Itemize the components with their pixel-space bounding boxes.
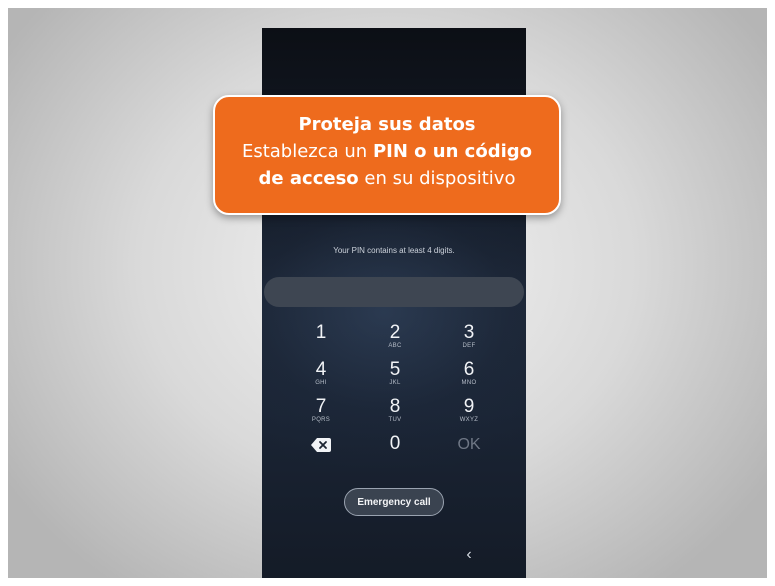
key-digit: 3 (463, 322, 475, 343)
key-letters: DEF (462, 343, 476, 349)
key-digit: 6 (463, 359, 475, 380)
key-9[interactable]: 9 WXYZ (432, 397, 506, 434)
callout-banner: Proteja sus datos Establezca un PIN o un… (213, 95, 561, 215)
key-digit: 5 (389, 359, 401, 380)
emergency-call-button[interactable]: Emergency call (344, 488, 444, 516)
backspace-icon (311, 438, 331, 452)
key-letters: WXYZ (459, 417, 479, 423)
key-digit: 7 (315, 396, 327, 417)
key-digit: 1 (315, 322, 327, 343)
key-letters: ABC (388, 343, 402, 349)
key-7[interactable]: 7 PQRS (284, 397, 358, 434)
slide-background: Your PIN contains at least 4 digits. 1 2… (8, 8, 767, 578)
key-letters: TUV (388, 417, 402, 423)
key-1[interactable]: 1 (284, 323, 358, 360)
key-letters: GHI (315, 380, 327, 386)
backspace-key[interactable] (284, 434, 358, 471)
key-digit: 0 (389, 433, 401, 454)
key-digit: 8 (389, 396, 401, 417)
key-letters: PQRS (311, 417, 331, 423)
pin-hint-text: Your PIN contains at least 4 digits. (333, 246, 455, 255)
callout-line-3: de acceso en su dispositivo (258, 168, 516, 189)
key-digit: 4 (315, 359, 327, 380)
callout-line-2: Establezca un PIN o un código (241, 141, 533, 162)
pin-input-field[interactable] (264, 277, 524, 307)
nav-back-icon[interactable]: ‹ (462, 546, 476, 564)
callout-title: Proteja sus datos (298, 114, 476, 135)
key-5[interactable]: 5 JKL (358, 360, 432, 397)
key-0[interactable]: 0 (358, 434, 432, 471)
key-8[interactable]: 8 TUV (358, 397, 432, 434)
key-3[interactable]: 3 DEF (432, 323, 506, 360)
key-4[interactable]: 4 GHI (284, 360, 358, 397)
ok-label: OK (457, 436, 481, 453)
key-letters: JKL (389, 380, 401, 386)
ok-key[interactable]: OK (432, 434, 506, 471)
key-6[interactable]: 6 MNO (432, 360, 506, 397)
numeric-keypad: 1 2 ABC 3 DEF 4 GHI 5 JKL 6 MNO 7 PQRS 8… (284, 323, 506, 471)
key-letters: MNO (461, 380, 477, 386)
key-2[interactable]: 2 ABC (358, 323, 432, 360)
key-digit: 2 (389, 322, 401, 343)
key-digit: 9 (463, 396, 475, 417)
